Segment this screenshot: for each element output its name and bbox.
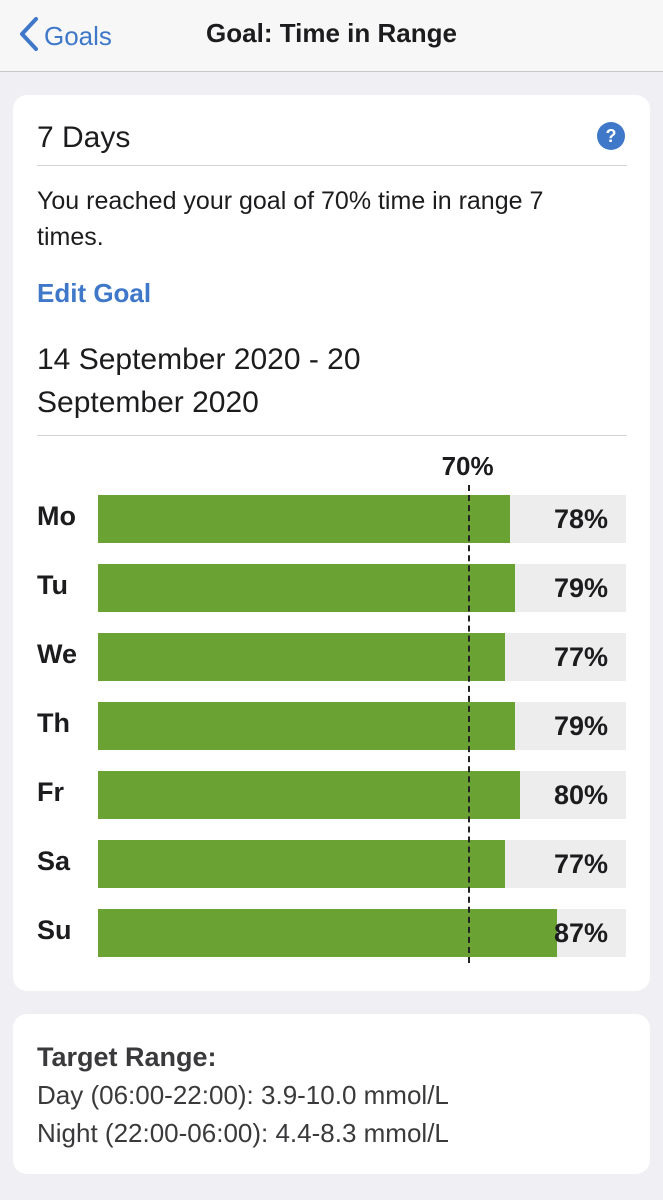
bar-row: Tu 79% [13, 564, 650, 612]
bar [98, 702, 516, 750]
bar [98, 633, 505, 681]
bar-row: Th 79% [13, 702, 650, 750]
bar [98, 495, 510, 543]
goal-summary-card: 7 Days ? You reached your goal of 70% ti… [13, 95, 650, 991]
period-title: 7 Days [37, 121, 131, 154]
bar [98, 771, 521, 819]
goal-label: 70% [441, 451, 494, 481]
day-label: Fr [37, 777, 64, 807]
day-label: Sa [37, 846, 71, 876]
day-label: Mo [37, 501, 76, 531]
bar-value-label: 79% [553, 711, 608, 741]
divider [37, 435, 627, 436]
bar-row: We 77% [13, 633, 650, 681]
page-title: Goal: Time in Range [206, 18, 457, 48]
goal-line [467, 485, 470, 963]
day-label: Tu [37, 570, 68, 600]
bar [98, 909, 558, 957]
bar-value-label: 87% [553, 918, 608, 948]
bar [98, 840, 505, 888]
night-range: Night (22:00-06:00): 4.4-8.3 mmol/L [37, 1118, 449, 1148]
divider [37, 165, 627, 166]
bar [98, 564, 516, 612]
help-icon[interactable]: ? [597, 122, 625, 150]
bar-value-label: 77% [553, 642, 608, 672]
bar-track: 77% [98, 633, 626, 681]
bar-track: 87% [98, 909, 626, 957]
target-range-title: Target Range: [37, 1042, 217, 1072]
navigation-bar: Goals Goal: Time in Range [0, 0, 663, 72]
bar-value-label: 79% [553, 573, 608, 603]
time-in-range-chart: 70% Mo 78% Tu 79% We 77% Th 79% Fr 80% Sa 77% Su 87% [13, 445, 650, 965]
day-label: Th [37, 708, 70, 738]
day-label: Su [37, 915, 72, 945]
bar-value-label: 77% [553, 849, 608, 879]
goal-message: You reached your goal of 70% time in ran… [37, 187, 544, 251]
bar-value-label: 78% [553, 504, 608, 534]
bar-value-label: 80% [553, 780, 608, 810]
date-range: 14 September 2020 - 20 September 2020 [37, 343, 361, 419]
day-label: We [37, 639, 78, 669]
day-range: Day (06:00-22:00): 3.9-10.0 mmol/L [37, 1080, 449, 1110]
bar-row: Su 87% [13, 909, 650, 957]
bar-track: 79% [98, 702, 626, 750]
bar-track: 77% [98, 840, 626, 888]
bar-track: 78% [98, 495, 626, 543]
bar-track: 79% [98, 564, 626, 612]
bar-row: Fr 80% [13, 771, 650, 819]
bar-row: Mo 78% [13, 495, 650, 543]
bar-row: Sa 77% [13, 840, 650, 888]
target-range-card: Target Range: Day (06:00-22:00): 3.9-10.… [13, 1014, 650, 1174]
bar-track: 80% [98, 771, 626, 819]
edit-goal-link[interactable]: Edit Goal [37, 278, 151, 309]
